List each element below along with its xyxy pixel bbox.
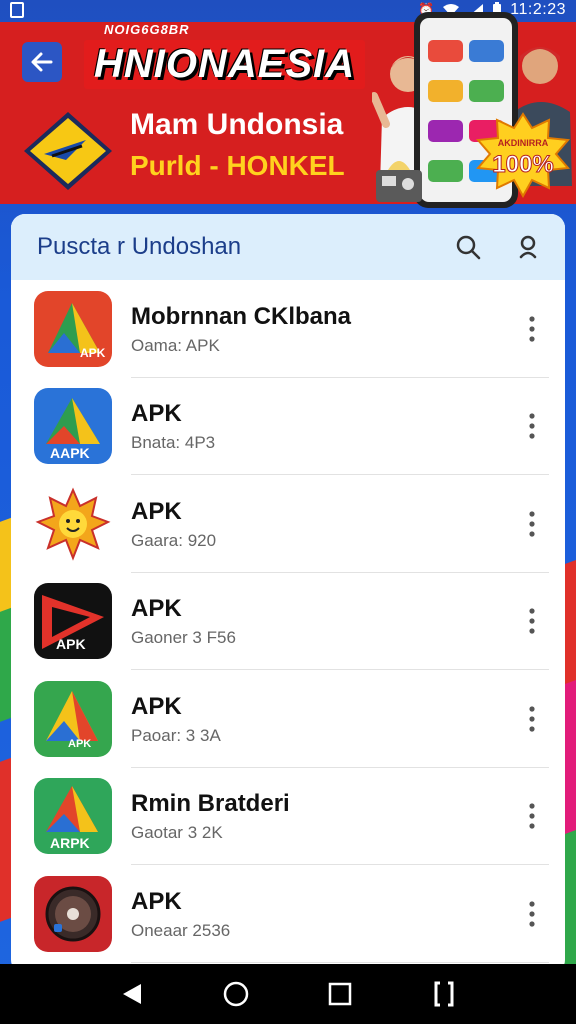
sun-icon	[34, 485, 112, 562]
list-item[interactable]: AAPK APK Bnata: 4P3	[11, 378, 565, 476]
more-vert-icon	[529, 901, 535, 927]
app-name: APK	[131, 887, 182, 915]
app-name: APK	[131, 692, 182, 720]
svg-text:APK: APK	[56, 636, 86, 652]
more-vert-icon	[529, 316, 535, 342]
app-subtitle: Paoar: 3 3A	[131, 725, 221, 745]
nav-extra-button[interactable]	[424, 974, 464, 1014]
more-vert-icon	[529, 413, 535, 439]
apk-green-icon: APK	[34, 680, 112, 757]
app-subtitle: Oneaar 2536	[131, 920, 231, 940]
more-vert-icon	[529, 706, 535, 732]
more-vert-icon	[529, 511, 535, 537]
search-button[interactable]	[453, 232, 483, 262]
badge-top-text: AKDINIRRA	[498, 138, 549, 148]
more-options-button[interactable]	[517, 796, 547, 836]
app-subtitle: Gaotar 3 2K	[131, 823, 223, 843]
app-subtitle: Oama: APK	[131, 335, 220, 355]
more-options-button[interactable]	[517, 309, 547, 349]
app-list: APK Mobrnnan CKlbana Oama: APK AAPK APK …	[11, 280, 565, 963]
more-vert-icon	[529, 803, 535, 829]
notification-icon	[10, 2, 24, 18]
brand-logo-icon	[24, 112, 112, 190]
promo-subtitle: Purld - HONKEL	[130, 150, 345, 181]
page-title: Puscta r Undoshan	[37, 233, 242, 260]
apk-blue-icon: AAPK	[34, 388, 112, 465]
account-button[interactable]	[513, 232, 543, 262]
more-options-button[interactable]	[517, 601, 547, 641]
system-nav-bar	[0, 964, 576, 1024]
person-icon	[519, 235, 537, 259]
nav-home-button[interactable]	[216, 974, 256, 1014]
square-recents-icon	[328, 982, 352, 1006]
svg-text:APK: APK	[80, 346, 106, 360]
app-name: APK	[131, 400, 182, 428]
record-icon	[34, 875, 112, 952]
search-icon	[456, 235, 481, 260]
cash-register-icon	[376, 161, 422, 202]
circle-home-icon	[223, 981, 249, 1007]
apk-red-icon: APK	[34, 290, 112, 367]
promo-title: Mam Undonsia	[130, 108, 344, 141]
svg-text:AAPK: AAPK	[50, 445, 90, 461]
app-subtitle: Gaoner 3 F56	[131, 628, 236, 648]
discount-badge: AKDINIRRA 100%	[474, 112, 572, 199]
list-item[interactable]: APK APK Paoar: 3 3A	[11, 670, 565, 768]
app-name: Rmin Bratderi	[131, 790, 290, 818]
app-name: Mobrnnan CKlbana	[131, 302, 351, 330]
banner-headline: HNIONAESIA	[84, 40, 366, 89]
app-name: APK	[131, 595, 182, 623]
list-item[interactable]: APK Oneaar 2536	[11, 865, 565, 963]
apk-green-icon: ARPK	[34, 778, 112, 855]
back-button[interactable]	[22, 42, 62, 82]
list-item[interactable]: APK APK Gaoner 3 F56	[11, 573, 565, 671]
app-subtitle: Bnata: 4P3	[131, 433, 216, 453]
app-subtitle: Gaara: 920	[131, 530, 217, 550]
status-time: 11:2:23	[510, 1, 566, 18]
svg-text:APK: APK	[68, 738, 91, 750]
banner-kicker: NOIG6G8BR	[104, 22, 190, 37]
more-options-button[interactable]	[517, 699, 547, 739]
triangle-back-icon	[123, 984, 141, 1004]
more-vert-icon	[529, 608, 535, 634]
card-header: Puscta r Undoshan	[11, 214, 565, 280]
more-options-button[interactable]	[517, 406, 547, 446]
list-item[interactable]: ARPK Rmin Bratderi Gaotar 3 2K	[11, 768, 565, 866]
svg-text:ARPK: ARPK	[50, 835, 90, 851]
bracket-icon	[434, 981, 454, 1007]
arrow-left-icon	[31, 52, 53, 72]
downloads-card: Puscta r Undoshan APK Mobrnnan CKlbana O…	[11, 214, 565, 974]
app-name: APK	[131, 497, 182, 525]
nav-recents-button[interactable]	[320, 974, 360, 1014]
badge-value-text: 100%	[492, 151, 553, 178]
apk-black-icon: APK	[34, 583, 112, 660]
list-item[interactable]: APK Gaara: 920	[11, 475, 565, 573]
list-item[interactable]: APK Mobrnnan CKlbana Oama: APK	[11, 280, 565, 378]
nav-back-button[interactable]	[112, 974, 152, 1014]
more-options-button[interactable]	[517, 894, 547, 934]
more-options-button[interactable]	[517, 504, 547, 544]
